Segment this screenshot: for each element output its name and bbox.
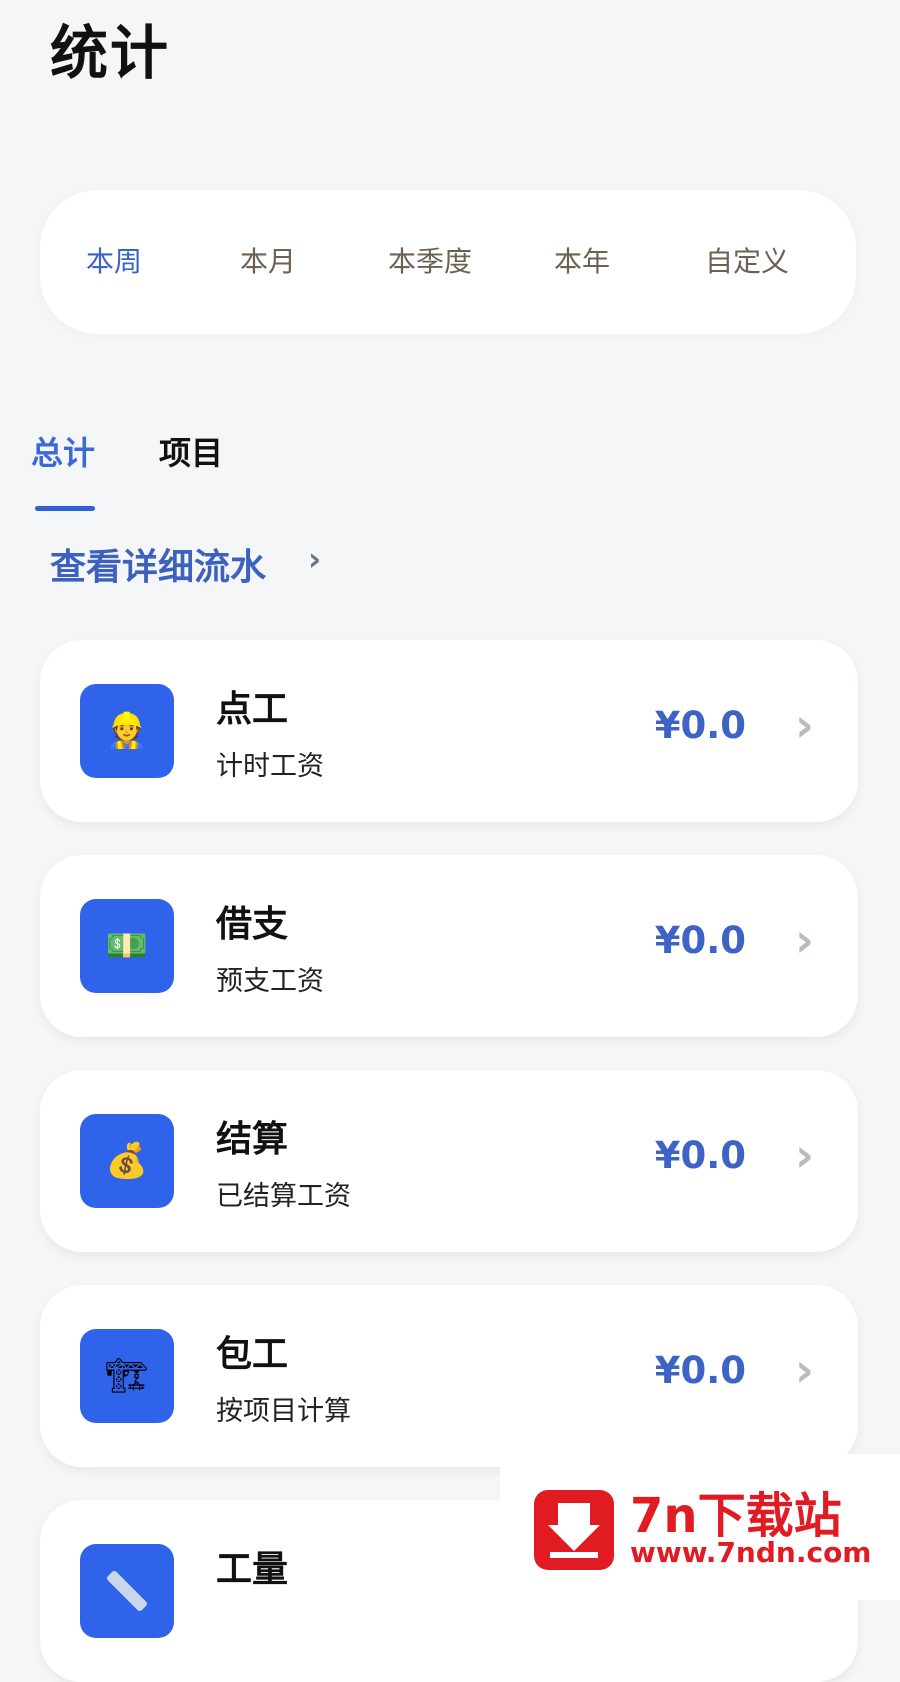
chevron-right-icon: ›	[795, 913, 814, 967]
card-amount: ¥0.0	[654, 1134, 746, 1177]
chevron-right-icon: ›	[308, 540, 322, 578]
stat-card-hourly-work[interactable]: 👷 点工 计时工资 ¥0.0 ›	[40, 640, 858, 822]
card-title: 结算	[216, 1119, 289, 1160]
card-amount: ¥0.0	[654, 704, 746, 747]
crane-icon: 🏗	[80, 1329, 174, 1423]
chevron-right-icon: ›	[795, 698, 814, 752]
card-title: 借支	[216, 904, 289, 945]
card-amount: ¥0.0	[654, 1349, 746, 1392]
watermark: 7n下载站 www.7ndn.com	[500, 1454, 900, 1600]
stat-card-advance[interactable]: 💵 借支 预支工资 ¥0.0 ›	[40, 855, 858, 1037]
view-details-link[interactable]: 查看详细流水	[50, 538, 266, 590]
card-subtitle: 预支工资	[216, 966, 324, 997]
card-amount: ¥0.0	[654, 919, 746, 962]
watermark-url: www.7ndn.com	[630, 1536, 872, 1569]
stat-card-settlement[interactable]: 💰 结算 已结算工资 ¥0.0 ›	[40, 1070, 858, 1252]
period-selector: 本周 本月 本季度 本年 自定义	[40, 190, 856, 334]
chevron-right-icon: ›	[795, 1343, 814, 1397]
tab-total[interactable]: 总计	[31, 428, 95, 474]
period-custom[interactable]: 自定义	[692, 190, 802, 334]
period-quarter[interactable]: 本季度	[380, 190, 480, 334]
card-subtitle: 按项目计算	[216, 1396, 351, 1427]
download-icon	[534, 1490, 614, 1570]
download-arrow-shape	[548, 1503, 600, 1551]
worker-icon: 👷	[80, 684, 174, 778]
period-year[interactable]: 本年	[538, 190, 626, 334]
ruler-icon	[80, 1544, 174, 1638]
page-title: 统计	[50, 19, 171, 87]
card-subtitle: 计时工资	[216, 751, 324, 782]
card-title: 工量	[216, 1549, 289, 1590]
stat-card-contract-work[interactable]: 🏗 包工 按项目计算 ¥0.0 ›	[40, 1285, 858, 1467]
money-bag-icon: 💰	[80, 1114, 174, 1208]
card-title: 包工	[216, 1334, 289, 1375]
period-week[interactable]: 本周	[68, 190, 160, 334]
period-month[interactable]: 本月	[228, 190, 308, 334]
card-subtitle: 已结算工资	[216, 1181, 351, 1212]
chevron-right-icon: ›	[795, 1128, 814, 1182]
card-title: 点工	[216, 689, 289, 730]
download-bar-shape	[550, 1552, 598, 1558]
tab-project[interactable]: 项目	[159, 428, 223, 474]
cash-icon: 💵	[80, 899, 174, 993]
ruler-icon-shape	[105, 1569, 149, 1613]
active-tab-indicator	[35, 506, 95, 511]
